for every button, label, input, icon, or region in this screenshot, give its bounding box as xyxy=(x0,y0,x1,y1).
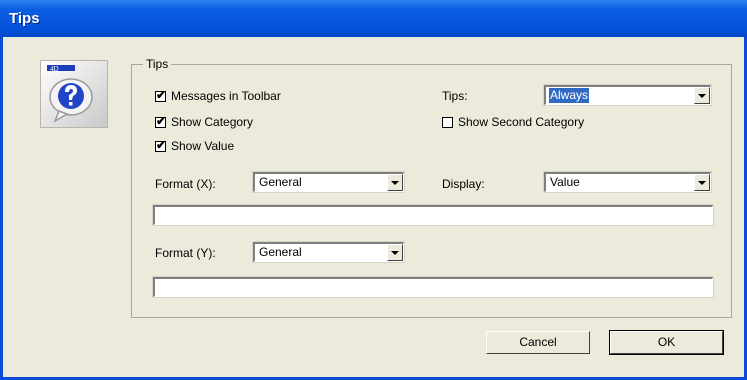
help-question-icon: 4D xyxy=(41,61,107,127)
show-second-category-checkbox[interactable]: Show Second Category xyxy=(442,115,584,129)
title-bar[interactable]: Tips xyxy=(0,0,747,37)
check-mark-icon: ✔ xyxy=(156,137,167,152)
chevron-down-icon xyxy=(391,251,399,255)
checkbox-label: Show Value xyxy=(171,139,235,153)
display-select-value: Value xyxy=(550,175,580,189)
tips-dialog: Tips 4D Tips ✔ Messages in Toolbar ✔ Sho… xyxy=(0,0,747,380)
tips-dropdown-button[interactable] xyxy=(694,87,710,104)
checkbox-label: Messages in Toolbar xyxy=(171,89,281,103)
show-category-checkbox[interactable]: ✔ Show Category xyxy=(155,115,253,129)
format-y-select[interactable]: General xyxy=(252,241,405,263)
checkbox-box[interactable]: ✔ xyxy=(155,113,167,128)
format-x-select-value: General xyxy=(259,175,302,189)
format-x-text-field[interactable] xyxy=(152,204,714,226)
logo-badge-text: 4D xyxy=(50,65,59,73)
format-y-text-field[interactable] xyxy=(152,276,714,298)
checkbox-label: Show Category xyxy=(171,115,254,129)
ok-button[interactable]: OK xyxy=(609,330,724,355)
format-x-select[interactable]: General xyxy=(252,171,405,193)
checkbox-box[interactable]: ✔ xyxy=(155,87,167,102)
display-dropdown-button[interactable] xyxy=(694,174,710,191)
cancel-button[interactable]: Cancel xyxy=(486,331,590,354)
groupbox-label: Tips xyxy=(143,57,172,71)
checkbox-box[interactable]: ✔ xyxy=(155,137,167,152)
checkbox-box[interactable] xyxy=(442,116,453,128)
checkbox-label: Show Second Category xyxy=(458,115,585,129)
display-label: Display: xyxy=(442,177,485,191)
format-y-select-value: General xyxy=(259,245,302,259)
chevron-down-icon xyxy=(698,94,706,98)
chevron-down-icon xyxy=(391,181,399,185)
tips-select-value: Always xyxy=(549,88,590,103)
check-mark-icon: ✔ xyxy=(156,87,167,102)
messages-in-toolbar-checkbox[interactable]: ✔ Messages in Toolbar xyxy=(155,89,281,103)
tips-select[interactable]: Always xyxy=(543,84,712,106)
display-select[interactable]: Value xyxy=(543,171,712,193)
chevron-down-icon xyxy=(698,181,706,185)
window-title: Tips xyxy=(9,10,40,27)
show-value-checkbox[interactable]: ✔ Show Value xyxy=(155,139,234,153)
app-logo: 4D xyxy=(40,60,108,128)
format-y-label: Format (Y): xyxy=(155,246,216,260)
check-mark-icon: ✔ xyxy=(156,113,167,128)
format-x-label: Format (X): xyxy=(155,177,216,191)
format-y-dropdown-button[interactable] xyxy=(387,244,403,261)
format-x-dropdown-button[interactable] xyxy=(387,174,403,191)
tips-label: Tips: xyxy=(442,89,468,103)
